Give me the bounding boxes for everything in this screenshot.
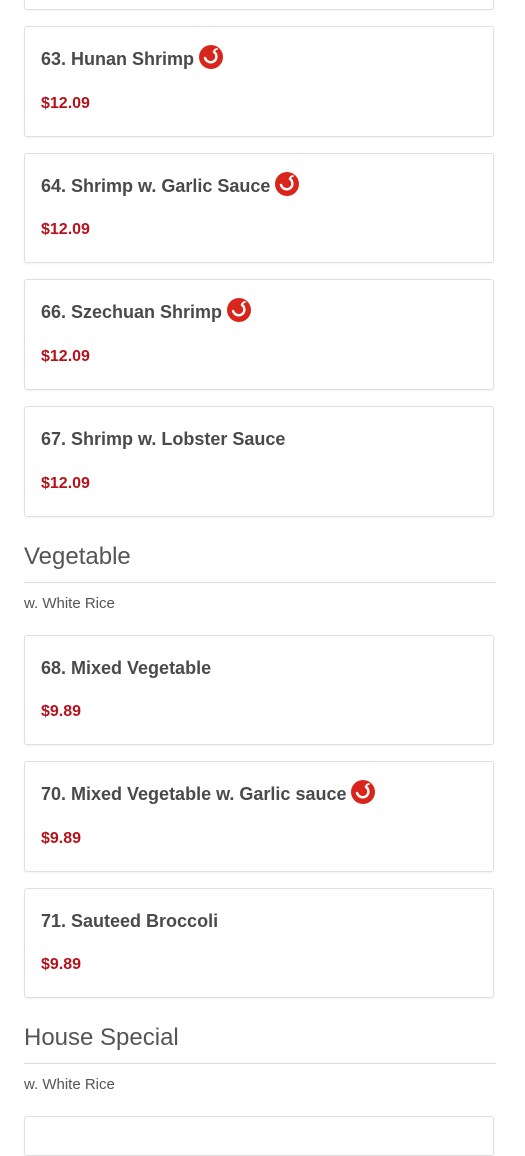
spicy-pepper-icon [275, 171, 300, 196]
menu-item-price: $12.09 [41, 95, 90, 112]
section-title: House Special [24, 1024, 179, 1051]
menu-item-title: 64. Shrimp w. Garlic Sauce [41, 171, 300, 197]
menu-item-name: 64. Shrimp w. Garlic Sauce [41, 176, 271, 196]
section-divider [24, 1063, 496, 1064]
menu-item-card[interactable]: 63. Hunan Shrimp $12.09 [24, 26, 494, 137]
menu-item-name: 63. Hunan Shrimp [41, 49, 195, 69]
menu-item-name: 66. Szechuan Shrimp [41, 302, 223, 322]
menu-item-card[interactable]: 66. Szechuan Shrimp $12.09 [24, 279, 494, 390]
menu-item-title: 70. Mixed Vegetable w. Garlic sauce [41, 779, 376, 805]
section-subtitle: w. White Rice [24, 1076, 115, 1093]
menu-item-price: $12.09 [41, 348, 90, 365]
menu-item-name: 67. Shrimp w. Lobster Sauce [41, 429, 286, 449]
menu-item-card-partial[interactable] [24, 0, 494, 10]
menu-item-title: 66. Szechuan Shrimp [41, 297, 252, 323]
section-title: Vegetable [24, 543, 131, 570]
menu-item-price: $9.89 [41, 956, 82, 973]
menu-item-card[interactable]: 64. Shrimp w. Garlic Sauce $12.09 [24, 153, 494, 263]
menu-item-title: 68. Mixed Vegetable [41, 658, 211, 679]
section-subtitle: w. White Rice [24, 595, 115, 612]
menu-item-price: $12.09 [41, 475, 90, 492]
menu-item-name: 71. Sauteed Broccoli [41, 911, 219, 931]
menu-item-title: 63. Hunan Shrimp [41, 44, 224, 70]
menu-item-title: 67. Shrimp w. Lobster Sauce [41, 429, 285, 450]
spicy-pepper-icon [227, 297, 252, 322]
spicy-pepper-icon [351, 779, 376, 804]
menu-item-card[interactable]: 68. Mixed Vegetable $9.89 [24, 635, 494, 745]
menu-item-name: 70. Mixed Vegetable w. Garlic sauce [41, 784, 347, 804]
menu-item-card[interactable]: 71. Sauteed Broccoli $9.89 [24, 888, 494, 998]
menu-item-name: 68. Mixed Vegetable [41, 658, 212, 678]
section-divider [24, 582, 496, 583]
menu-item-title: 71. Sauteed Broccoli [41, 911, 218, 932]
menu-item-price: $12.09 [41, 221, 90, 238]
menu-item-price: $9.89 [41, 703, 82, 720]
menu-item-price: $9.89 [41, 830, 82, 847]
menu-item-card[interactable]: 67. Shrimp w. Lobster Sauce $12.09 [24, 406, 494, 517]
menu-item-card[interactable]: 70. Mixed Vegetable w. Garlic sauce $9.8… [24, 761, 494, 872]
menu-item-card-partial[interactable] [24, 1116, 494, 1156]
spicy-pepper-icon [199, 44, 224, 69]
